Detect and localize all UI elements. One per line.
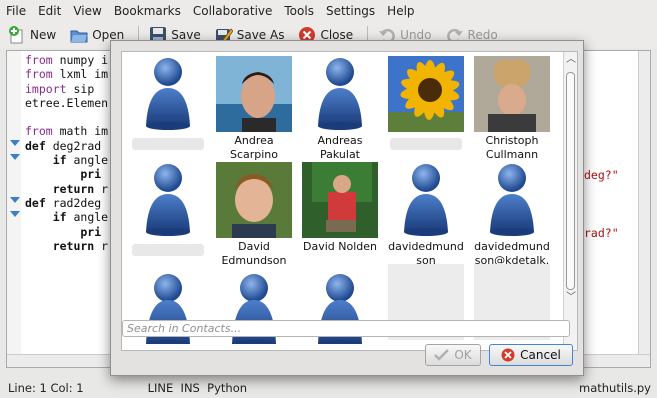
code-text: from numpy i from lxml im import sip etree.… (25, 53, 108, 253)
code-line: def deg2rad (25, 138, 102, 153)
contact-name: Andrea Scarpino (229, 134, 279, 161)
code-line: if angle (25, 210, 109, 225)
menu-edit[interactable]: Edit (38, 4, 61, 18)
cursor-position: Line: 1 Col: 1 (8, 381, 84, 395)
menu-view[interactable]: View (73, 4, 101, 18)
string-fragment: rad?" (584, 226, 619, 240)
fold-marker-icon[interactable] (10, 154, 20, 160)
contact-card[interactable] (126, 56, 210, 150)
ok-button[interactable]: OK (425, 344, 481, 366)
contact-avatar (388, 56, 464, 132)
file-name: mathutils.py (579, 381, 651, 395)
contacts-scrollbar[interactable]: ︿ ﹀ (563, 52, 577, 350)
menu-bar: File Edit View Bookmarks Collaborative T… (0, 0, 657, 22)
editor-vertical-scrollbar[interactable] (638, 51, 650, 355)
string-fragment: deg?" (584, 168, 619, 182)
fold-marker-icon[interactable] (10, 197, 20, 203)
scrollbar-thumb[interactable] (566, 72, 575, 290)
contact-card[interactable]: Christoph Cullmann (470, 56, 554, 162)
contact-name: David Edmundson (221, 240, 287, 267)
code-line: if angle (25, 153, 109, 168)
contact-card[interactable]: David Nolden (298, 162, 382, 254)
code-line: import sip (25, 81, 95, 96)
menu-tools[interactable]: Tools (284, 4, 314, 18)
contact-name: Christoph Cullmann (485, 134, 539, 161)
contact-avatar (130, 162, 206, 238)
contact-avatar (302, 56, 378, 132)
code-line: from lxml im (25, 67, 109, 82)
blurred-contact-name (390, 138, 462, 150)
menu-settings[interactable]: Settings (326, 4, 375, 18)
contact-avatar (302, 162, 378, 238)
cancel-button-label: Cancel (520, 348, 561, 362)
editor-mode: LINE INS Python (147, 381, 248, 395)
contacts-grid[interactable]: ︿ ﹀ Andrea Scarpino Andreas Pakulat Christo… (121, 51, 578, 351)
contact-card[interactable]: Andrea Scarpino (212, 56, 296, 162)
scroll-up-icon[interactable]: ︿ (564, 54, 577, 66)
check-icon (434, 349, 450, 361)
ok-button-label: OK (454, 348, 472, 362)
menu-collaborative[interactable]: Collaborative (193, 4, 273, 18)
contact-avatar (216, 162, 292, 238)
new-document-icon (8, 26, 26, 44)
contact-card[interactable]: Andreas Pakulat (298, 56, 382, 162)
contact-card[interactable]: David Edmundson (212, 162, 296, 268)
search-contacts-input[interactable]: Search in Contacts... (122, 320, 570, 337)
contact-avatar (474, 162, 550, 238)
contact-card[interactable]: davidedmund son (384, 162, 468, 268)
code-line: etree.Elemen (25, 95, 109, 110)
code-line: from math im (25, 124, 109, 139)
scroll-down-icon[interactable]: ﹀ (564, 292, 577, 304)
code-line: from numpy i (25, 53, 109, 67)
fold-marker-icon[interactable] (10, 211, 20, 217)
cancel-icon (501, 348, 515, 362)
menu-bookmarks[interactable]: Bookmarks (114, 4, 181, 18)
code-line: pri (25, 224, 102, 239)
code-line: return r (25, 181, 109, 196)
fold-marker-icon[interactable] (10, 140, 20, 146)
status-bar: Line: 1 Col: 1 LINE INS Python mathutils… (0, 378, 657, 398)
code-line: def rad2deg (25, 195, 102, 210)
contact-avatar (130, 56, 206, 132)
contact-card[interactable] (384, 56, 468, 150)
contact-card[interactable] (126, 162, 210, 256)
menu-help[interactable]: Help (387, 4, 414, 18)
code-line: return r (25, 238, 109, 253)
code-line: pri (25, 167, 102, 182)
contact-name: David Nolden (303, 240, 377, 253)
contacts-dialog: ︿ ﹀ Andrea Scarpino Andreas Pakulat Christo… (110, 40, 584, 376)
contact-name: Andreas Pakulat (317, 134, 363, 161)
editor-gutter (7, 51, 21, 367)
menu-file[interactable]: File (6, 4, 26, 18)
new-button-label: New (30, 28, 57, 42)
blurred-contact-name (132, 244, 204, 256)
contact-avatar (388, 162, 464, 238)
contact-card[interactable]: davidedmund son@kdetalk. (470, 162, 554, 268)
contact-avatar (474, 56, 550, 132)
new-button[interactable]: New (8, 24, 56, 46)
cancel-button[interactable]: Cancel (489, 344, 573, 366)
contact-avatar (216, 56, 292, 132)
open-folder-icon (70, 26, 88, 44)
blurred-contact-name (132, 138, 204, 150)
